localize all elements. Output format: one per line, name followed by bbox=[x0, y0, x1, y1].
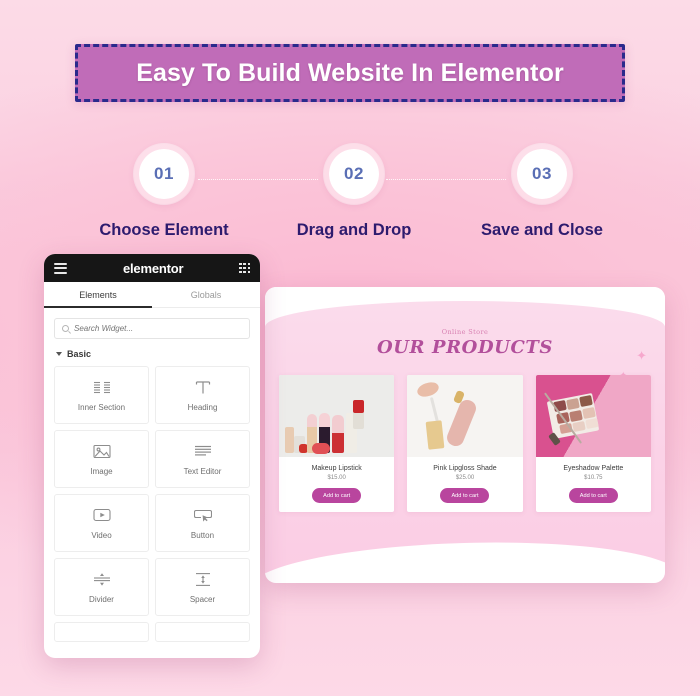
widget-heading[interactable]: Heading bbox=[155, 366, 250, 424]
widget-label: Video bbox=[91, 530, 112, 540]
product-image-eyeshadow-palette bbox=[535, 375, 651, 457]
video-play-icon bbox=[92, 507, 112, 524]
step-2[interactable]: 02 Drag and Drop bbox=[264, 143, 444, 240]
widget-label: Divider bbox=[89, 594, 114, 604]
search-input[interactable] bbox=[74, 324, 242, 333]
product-price: $15.00 bbox=[327, 475, 346, 481]
divider-icon bbox=[92, 571, 112, 588]
elementor-logo: elementor bbox=[122, 260, 184, 276]
widget-label: Text Editor bbox=[183, 466, 222, 476]
widget-image[interactable]: Image bbox=[54, 430, 149, 488]
panel-header: elementor bbox=[44, 254, 260, 282]
page-title-banner: Easy To Build Website In Elementor bbox=[75, 44, 625, 102]
product-card[interactable]: Eyeshadow Palette $10.75 Add to cart bbox=[535, 375, 651, 512]
spacer-icon bbox=[193, 571, 213, 588]
product-price: $10.75 bbox=[584, 475, 603, 481]
product-title: Eyeshadow Palette bbox=[563, 465, 624, 472]
product-price: $25.00 bbox=[455, 475, 475, 481]
step-3[interactable]: 03 Save and Close bbox=[452, 143, 632, 240]
widget-video[interactable]: Video bbox=[54, 494, 149, 552]
page-title: Easy To Build Website In Elementor bbox=[136, 58, 564, 87]
grid-icon[interactable] bbox=[239, 262, 250, 274]
add-to-cart-button[interactable]: Add to cart bbox=[440, 488, 490, 503]
product-page-window: ✦ ✦ ✦ ✦ ✦ Online Store OUR PRODUCTS bbox=[265, 287, 665, 583]
chevron-down-icon bbox=[56, 352, 62, 356]
step-3-circle: 03 bbox=[511, 143, 573, 205]
widget-label: Button bbox=[190, 530, 215, 540]
step-1-circle: 01 bbox=[133, 143, 195, 205]
steps-row: 01 Choose Element 02 Drag and Drop 03 Sa… bbox=[0, 143, 700, 240]
add-to-cart-button[interactable]: Add to cart bbox=[568, 488, 618, 503]
widget-grid: Inner Section Heading Image Text Editor … bbox=[44, 364, 260, 642]
step-3-label: Save and Close bbox=[481, 221, 603, 239]
elementor-editor-panel: elementor Elements Globals Basic bbox=[44, 254, 260, 658]
widget-text-editor[interactable]: Text Editor bbox=[155, 430, 250, 488]
search-widget-wrap bbox=[44, 308, 260, 345]
text-lines-icon bbox=[193, 443, 213, 460]
product-title: Makeup Lipstick bbox=[311, 465, 362, 472]
product-card-list: Makeup Lipstick $15.00 Add to cart Pink … bbox=[279, 375, 651, 512]
section-header-basic[interactable]: Basic bbox=[44, 345, 260, 364]
columns-icon bbox=[92, 379, 112, 396]
product-title: Pink Lipgloss Shade bbox=[433, 465, 497, 472]
widget-label: Inner Section bbox=[77, 402, 126, 412]
product-card[interactable]: Pink Lipgloss Shade $25.00 Add to cart bbox=[407, 375, 523, 512]
widget-spacer[interactable]: Spacer bbox=[155, 558, 250, 616]
image-icon bbox=[92, 443, 112, 460]
add-to-cart-button[interactable]: Add to cart bbox=[312, 488, 362, 503]
widget-divider[interactable]: Divider bbox=[54, 558, 149, 616]
step-3-number: 03 bbox=[532, 164, 552, 183]
widget-label: Image bbox=[90, 466, 113, 476]
widget-button[interactable]: Button bbox=[155, 494, 250, 552]
step-2-circle: 02 bbox=[323, 143, 385, 205]
tab-globals[interactable]: Globals bbox=[152, 282, 260, 307]
store-eyebrow: Online Store bbox=[441, 328, 489, 336]
search-icon bbox=[62, 325, 69, 332]
panel-tabs: Elements Globals bbox=[44, 282, 260, 308]
section-label: Basic bbox=[67, 349, 92, 359]
widget-partial-row[interactable] bbox=[155, 622, 250, 642]
step-2-number: 02 bbox=[344, 164, 364, 183]
step-1-label: Choose Element bbox=[99, 221, 229, 239]
widget-label: Heading bbox=[187, 402, 218, 412]
step-1[interactable]: 01 Choose Element bbox=[74, 143, 254, 240]
tab-elements[interactable]: Elements bbox=[44, 282, 152, 308]
heading-t-icon bbox=[193, 379, 213, 396]
store-heading: OUR PRODUCTS bbox=[376, 337, 553, 358]
wave-decoration bbox=[265, 536, 665, 583]
widget-inner-section[interactable]: Inner Section bbox=[54, 366, 149, 424]
step-1-number: 01 bbox=[154, 164, 174, 183]
search-widget-box[interactable] bbox=[54, 318, 250, 339]
widget-partial-row[interactable] bbox=[54, 622, 149, 642]
hamburger-icon[interactable] bbox=[54, 262, 67, 274]
button-cursor-icon bbox=[193, 507, 213, 524]
product-image-pink-lipgloss-shade bbox=[407, 375, 523, 457]
product-card[interactable]: Makeup Lipstick $15.00 Add to cart bbox=[279, 375, 395, 512]
product-image-makeup-lipstick bbox=[279, 375, 395, 457]
step-2-label: Drag and Drop bbox=[296, 221, 412, 239]
widget-label: Spacer bbox=[189, 594, 216, 604]
